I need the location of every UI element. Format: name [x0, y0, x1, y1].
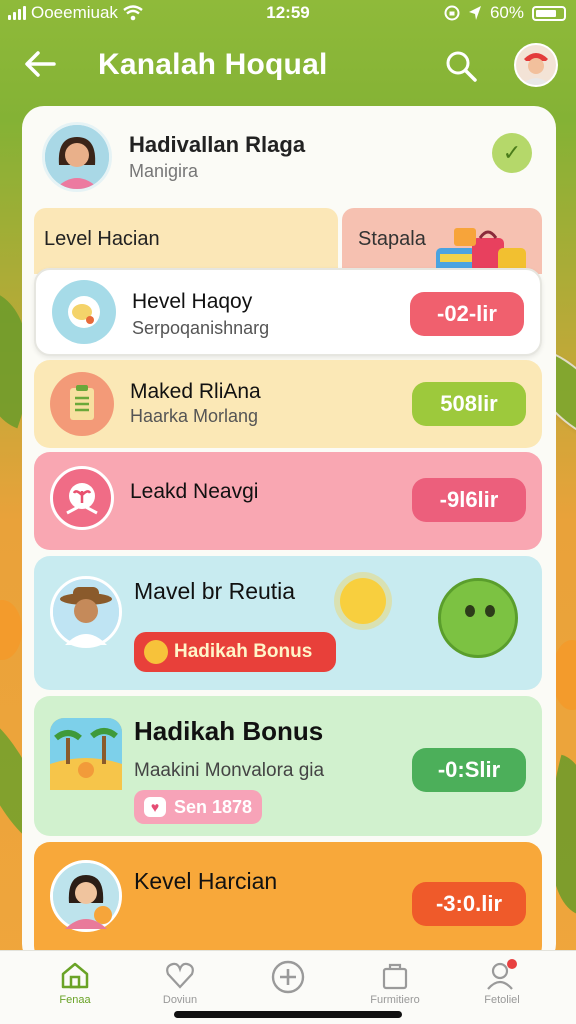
task-icon — [50, 466, 114, 530]
battery-percent: 60% — [489, 3, 524, 22]
bonus-icon — [50, 718, 122, 790]
nav-add[interactable] — [248, 959, 328, 1019]
task-title: Leakd Neavgi — [130, 480, 259, 503]
search-button[interactable] — [443, 48, 479, 84]
task-subtitle: Serpoqanishnarg — [132, 318, 270, 338]
tab-level-hacian[interactable]: Level Hacian — [34, 208, 338, 274]
farmer-avatar-image — [53, 579, 119, 645]
user-avatar[interactable] — [514, 43, 558, 87]
task-row[interactable]: Hevel Haqoy Serpoqanishnarg -02-lir — [34, 268, 542, 356]
nav-shop[interactable]: Furmitiero — [355, 959, 435, 1019]
daily-row[interactable]: Kevel Harcian -3:0.lir — [34, 842, 542, 962]
bonus-subtitle: Maakini Monvalora gia — [134, 760, 325, 781]
mascot-icon — [438, 578, 518, 658]
task-subtitle: Haarka Morlang — [130, 406, 259, 426]
bonus-chip[interactable]: ♥ Sen 1878 — [134, 790, 262, 824]
task-title: Maked RliAna — [130, 380, 261, 403]
check-icon[interactable]: ✓ — [492, 133, 532, 173]
search-icon — [446, 51, 477, 82]
chip-label: Sen 1878 — [174, 797, 253, 817]
avatar-image — [516, 45, 556, 85]
shopping-bag-icon — [382, 963, 408, 990]
plus-circle-icon — [271, 960, 305, 994]
back-button[interactable] — [22, 46, 62, 86]
feature-avatar — [50, 576, 122, 648]
task-icon — [52, 280, 116, 344]
coin-icon — [144, 640, 168, 664]
profile-icon — [487, 959, 517, 990]
background-fruit — [0, 600, 22, 660]
sun-icon — [340, 578, 386, 624]
heart-icon: ♥ — [144, 797, 166, 817]
home-indicator — [174, 1011, 402, 1018]
nav-profile[interactable]: Fetoliel — [462, 959, 542, 1019]
profile-avatar-image — [45, 125, 109, 189]
app-header: Kanalah Hoqual — [0, 36, 576, 96]
nav-favorites[interactable]: Doviun — [140, 959, 220, 1019]
profile-subtitle: Manigira — [129, 161, 199, 181]
battery-icon — [532, 5, 566, 21]
daily-avatar — [50, 860, 122, 932]
task-icon — [50, 372, 114, 436]
nav-home[interactable]: Fenaa — [35, 959, 115, 1019]
reward-button[interactable]: -02-lir — [410, 292, 524, 336]
task-title: Hevel Haqoy — [132, 290, 253, 313]
nav-label: Furmitiero — [370, 994, 420, 1006]
reward-button[interactable]: -3:0.lir — [412, 882, 526, 926]
reward-button[interactable]: -0:Slir — [412, 748, 526, 792]
task-row[interactable]: Leakd Neavgi -9l6lir — [34, 452, 542, 550]
page-title: Kanalah Hoqual — [98, 48, 328, 81]
task-row[interactable]: Maked RliAna Haarka Morlang 508lir — [34, 360, 542, 448]
bonus-button-label: Hadikah Bonus — [174, 641, 313, 662]
content-card: Hadivallan Rlaga Manigira ✓ Level Hacian… — [22, 106, 556, 966]
profile-avatar — [42, 122, 112, 192]
arrow-left-icon — [25, 51, 56, 77]
profile-name: Hadivallan Rlaga — [129, 132, 306, 157]
nav-label: Fenaa — [59, 994, 91, 1006]
status-bar: Ooeemiuak 12:59 60% — [0, 0, 576, 26]
home-icon — [61, 962, 89, 989]
tab-label: Stapala — [358, 228, 426, 250]
reward-button[interactable]: -9l6lir — [412, 478, 526, 522]
tab-label: Level Hacian — [44, 228, 160, 250]
island-icon — [50, 718, 122, 790]
girl-avatar-image — [53, 863, 119, 929]
nav-label: Fetoliel — [484, 994, 520, 1006]
bonus-title: Hadikah Bonus — [134, 716, 324, 746]
bonus-button[interactable]: Hadikah Bonus — [134, 632, 336, 672]
heart-icon — [166, 962, 194, 989]
bird-icon — [68, 296, 100, 328]
location-icon — [468, 6, 481, 20]
bonus-row[interactable]: Hadikah Bonus Maakini Monvalora gia -0:S… — [34, 696, 542, 836]
daily-title: Kevel Harcian — [134, 868, 278, 894]
feature-title: Mavel br Reutia — [134, 578, 296, 604]
lock-rotation-icon — [444, 5, 460, 21]
nav-label: Doviun — [162, 994, 198, 1006]
plant-badge-icon — [66, 483, 98, 515]
reward-button[interactable]: 508lir — [412, 382, 526, 426]
clipboard-icon — [70, 385, 94, 420]
